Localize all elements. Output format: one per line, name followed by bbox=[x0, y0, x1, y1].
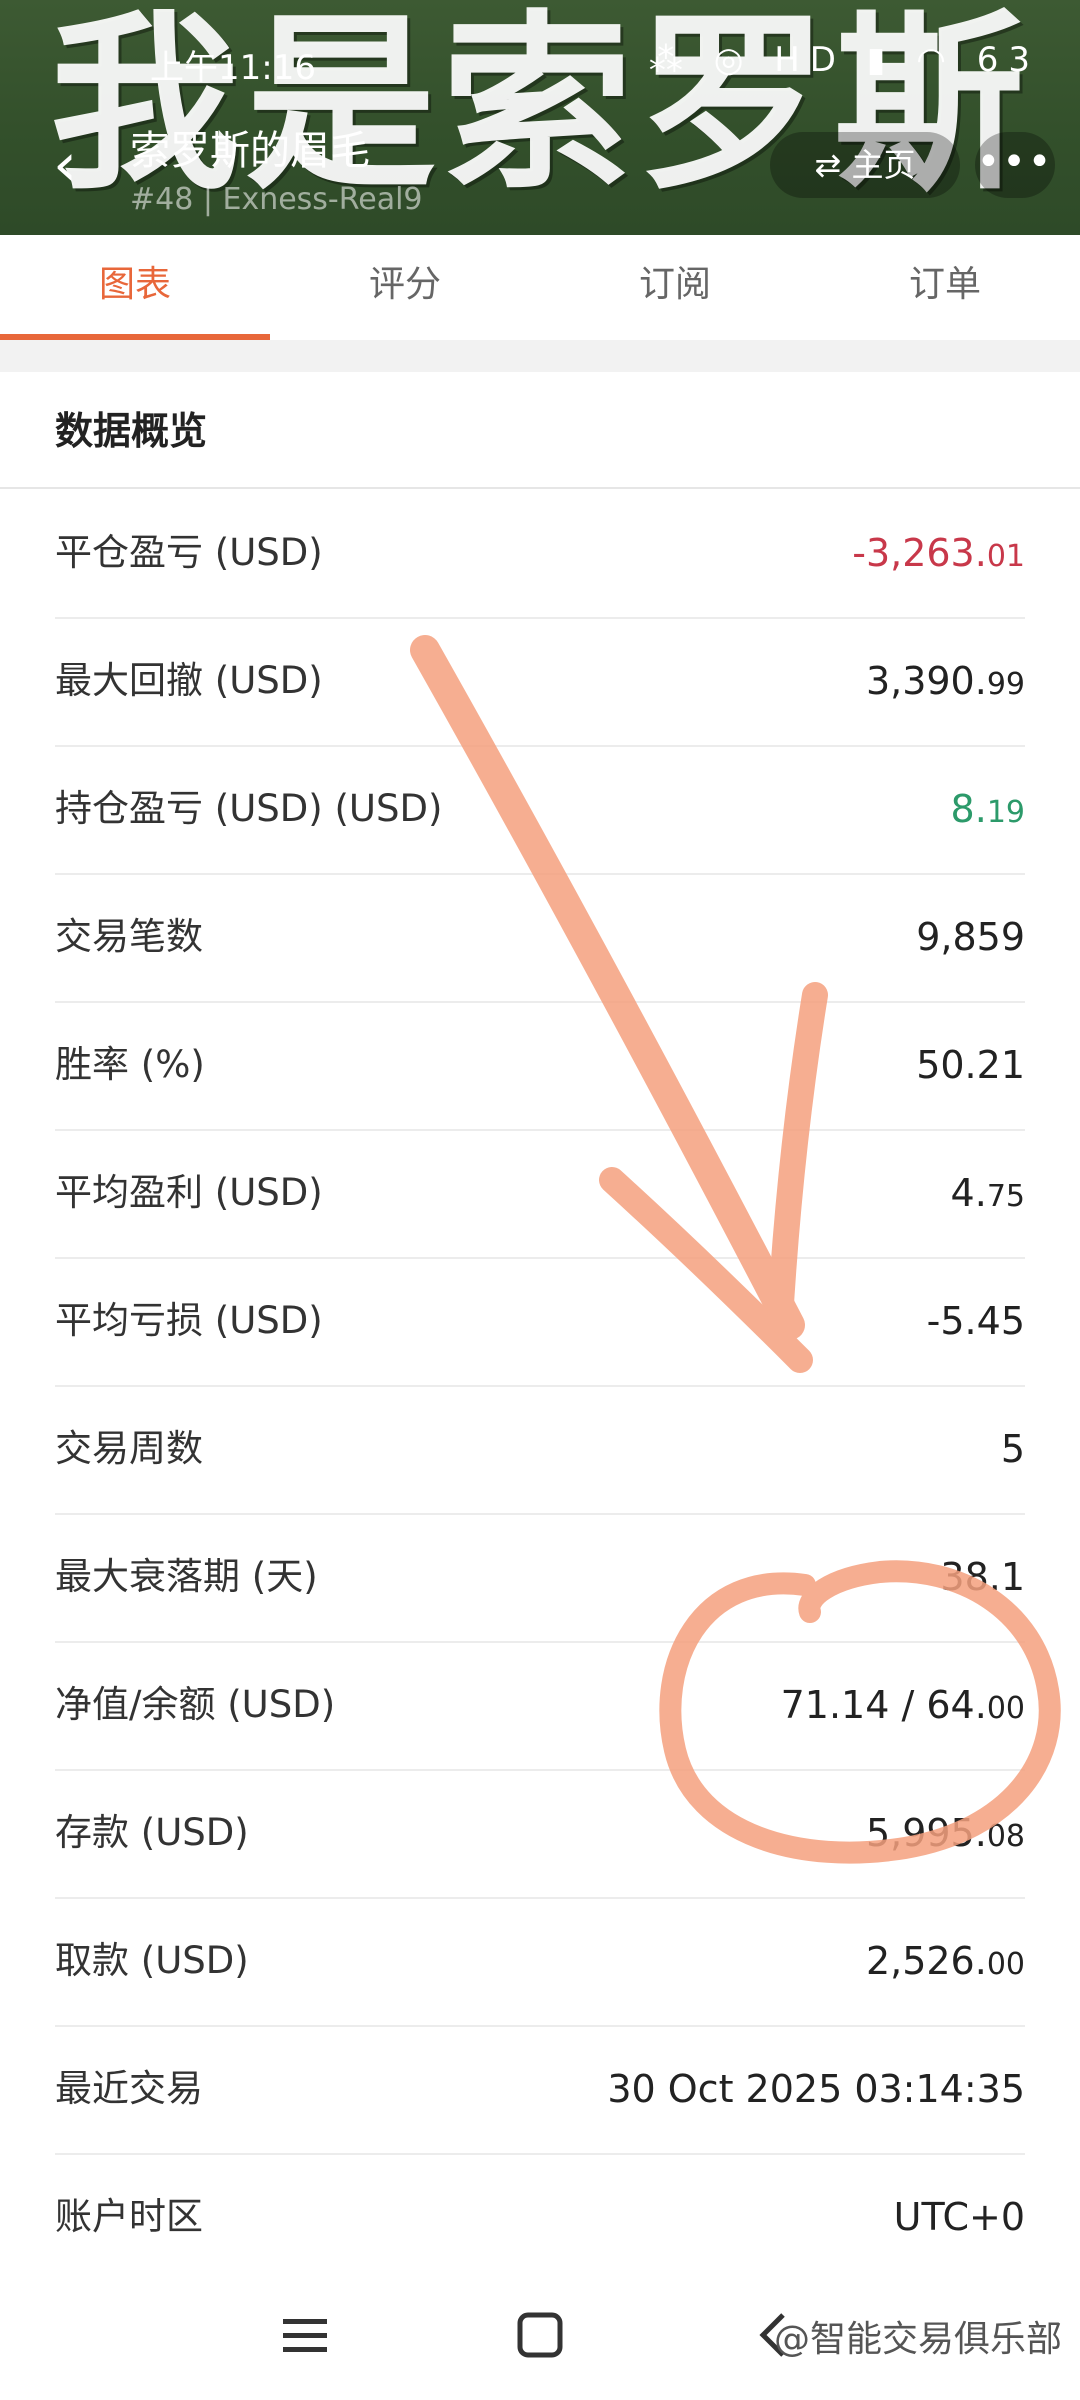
value-integer: 9,859 bbox=[916, 915, 1025, 959]
overview-row: 最大衰落期 (天) 38.1 bbox=[55, 1513, 1025, 1643]
overview-row: 平均盈利 (USD) 4.75 bbox=[55, 1129, 1025, 1259]
row-value: 2,526.00 bbox=[866, 1897, 1025, 2029]
row-value: 38.1 bbox=[940, 1513, 1025, 1645]
overview-row: 胜率 (%) 50.21 bbox=[55, 1001, 1025, 1131]
tab-rating[interactable]: 评分 bbox=[270, 235, 540, 340]
swap-icon: ⇄ bbox=[814, 146, 852, 184]
status-bar: 上午11:16 ⁂ ◎ HD ▮ ◠ 63 bbox=[0, 30, 1080, 90]
title-row: ‹ 索罗斯的眉毛 #48 | Exness-Real9 ⇄ 主页 ••• bbox=[0, 110, 1080, 230]
row-label: 取款 (USD) bbox=[55, 1939, 249, 1982]
row-value: 5 bbox=[1001, 1385, 1025, 1517]
row-label: 持仓盈亏 (USD) (USD) bbox=[55, 787, 443, 830]
overview-row: 净值/余额 (USD) 71.14 / 64.00 bbox=[55, 1641, 1025, 1771]
row-label: 最近交易 bbox=[55, 2067, 203, 2110]
row-label: 平仓盈亏 (USD) bbox=[55, 531, 323, 574]
row-value: 4.75 bbox=[951, 1129, 1025, 1261]
app-header: 我是索罗斯 上午11:16 ⁂ ◎ HD ▮ ◠ 63 ‹ 索罗斯的眉毛 #48… bbox=[0, 0, 1080, 235]
overview-row: 平仓盈亏 (USD) -3,263.01 bbox=[55, 489, 1025, 619]
page-title: 索罗斯的眉毛 bbox=[130, 128, 370, 174]
tab-chart[interactable]: 图表 bbox=[0, 235, 270, 340]
tab-label: 订阅 bbox=[638, 264, 711, 305]
value-integer: 50.21 bbox=[916, 1043, 1025, 1087]
more-button[interactable]: ••• bbox=[975, 132, 1055, 198]
tab-bar: 图表 评分 订阅 订单 bbox=[0, 235, 1080, 340]
recents-button[interactable] bbox=[245, 2290, 365, 2380]
home-label: 主页 bbox=[851, 146, 916, 184]
overview-row: 交易笔数 9,859 bbox=[55, 873, 1025, 1003]
value-integer: 5,995. bbox=[865, 1811, 987, 1855]
value-integer: 30 Oct 2025 03:14:35 bbox=[607, 2067, 1025, 2111]
value-integer: UTC+0 bbox=[893, 2195, 1025, 2239]
brand-watermark: @智能交易俱乐部 bbox=[773, 2319, 1062, 2360]
status-icons: ⁂ ◎ HD ▮ ◠ 63 bbox=[648, 40, 1040, 80]
overview-row: 交易周数 5 bbox=[55, 1385, 1025, 1515]
menu-icon bbox=[283, 2319, 327, 2352]
more-icon: ••• bbox=[976, 139, 1054, 185]
status-time: 上午11:16 bbox=[150, 48, 316, 88]
row-label: 交易笔数 bbox=[55, 915, 203, 958]
value-decimal: 99 bbox=[986, 667, 1025, 702]
home-icon bbox=[517, 2312, 563, 2358]
row-label: 最大回撤 (USD) bbox=[55, 659, 323, 702]
value-integer: 2,526. bbox=[865, 1939, 987, 1983]
row-label: 交易周数 bbox=[55, 1427, 203, 1470]
tab-subscribe[interactable]: 订阅 bbox=[540, 235, 810, 340]
home-button[interactable]: ⇄ 主页 bbox=[770, 132, 960, 198]
back-button[interactable]: ‹ bbox=[30, 130, 100, 200]
value-decimal: 00 bbox=[986, 1947, 1025, 1982]
tab-label: 评分 bbox=[368, 264, 441, 305]
tab-label: 图表 bbox=[98, 264, 171, 305]
value-integer: 71.14 / 64. bbox=[780, 1683, 987, 1727]
row-label: 最大衰落期 (天) bbox=[55, 1555, 318, 1598]
overview-row: 持仓盈亏 (USD) (USD) 8.19 bbox=[55, 745, 1025, 875]
value-integer: 38.1 bbox=[940, 1555, 1025, 1599]
account-subtitle: #48 | Exness-Real9 bbox=[130, 182, 423, 217]
row-label: 平均盈利 (USD) bbox=[55, 1171, 323, 1214]
chevron-left-icon: ‹ bbox=[53, 130, 77, 200]
value-decimal: 00 bbox=[986, 1691, 1025, 1726]
value-decimal: 08 bbox=[986, 1819, 1025, 1854]
value-decimal: 01 bbox=[986, 539, 1025, 574]
value-decimal: 19 bbox=[986, 795, 1025, 830]
overview-row: 最近交易 30 Oct 2025 03:14:35 bbox=[55, 2025, 1025, 2155]
overview-title: 数据概览 bbox=[55, 409, 208, 453]
row-value: 8.19 bbox=[951, 745, 1025, 877]
row-value: 3,390.99 bbox=[866, 617, 1025, 749]
row-value: -5.45 bbox=[927, 1257, 1025, 1389]
overview-row: 账户时区 UTC+0 bbox=[55, 2153, 1025, 2283]
value-integer: 4. bbox=[950, 1171, 987, 1215]
value-integer: 3,390. bbox=[865, 659, 987, 703]
value-integer: -5.45 bbox=[926, 1299, 1025, 1343]
row-value: 5,995.08 bbox=[866, 1769, 1025, 1901]
row-value: 50.21 bbox=[916, 1001, 1025, 1133]
overview-row: 最大回撤 (USD) 3,390.99 bbox=[55, 617, 1025, 747]
row-label: 净值/余额 (USD) bbox=[55, 1683, 336, 1726]
value-integer: -3,263. bbox=[852, 531, 987, 575]
row-label: 账户时区 bbox=[55, 2195, 203, 2238]
row-label: 存款 (USD) bbox=[55, 1811, 249, 1854]
value-decimal: 75 bbox=[986, 1179, 1025, 1214]
row-value: -3,263.01 bbox=[852, 489, 1025, 621]
tab-label: 订单 bbox=[908, 264, 981, 305]
row-value: UTC+0 bbox=[894, 2153, 1025, 2285]
value-integer: 5 bbox=[1000, 1427, 1025, 1471]
row-value: 9,859 bbox=[916, 873, 1025, 1005]
row-label: 胜率 (%) bbox=[55, 1043, 205, 1086]
overview-row: 取款 (USD) 2,526.00 bbox=[55, 1897, 1025, 2027]
row-value: 30 Oct 2025 03:14:35 bbox=[607, 2025, 1025, 2157]
overview-row: 存款 (USD) 5,995.08 bbox=[55, 1769, 1025, 1899]
row-value: 71.14 / 64.00 bbox=[781, 1641, 1025, 1773]
overview-row: 平均亏损 (USD) -5.45 bbox=[55, 1257, 1025, 1387]
value-integer: 8. bbox=[950, 787, 987, 831]
home-nav-button[interactable] bbox=[480, 2290, 600, 2380]
tab-orders[interactable]: 订单 bbox=[810, 235, 1080, 340]
section-divider bbox=[0, 340, 1080, 372]
row-label: 平均亏损 (USD) bbox=[55, 1299, 323, 1342]
